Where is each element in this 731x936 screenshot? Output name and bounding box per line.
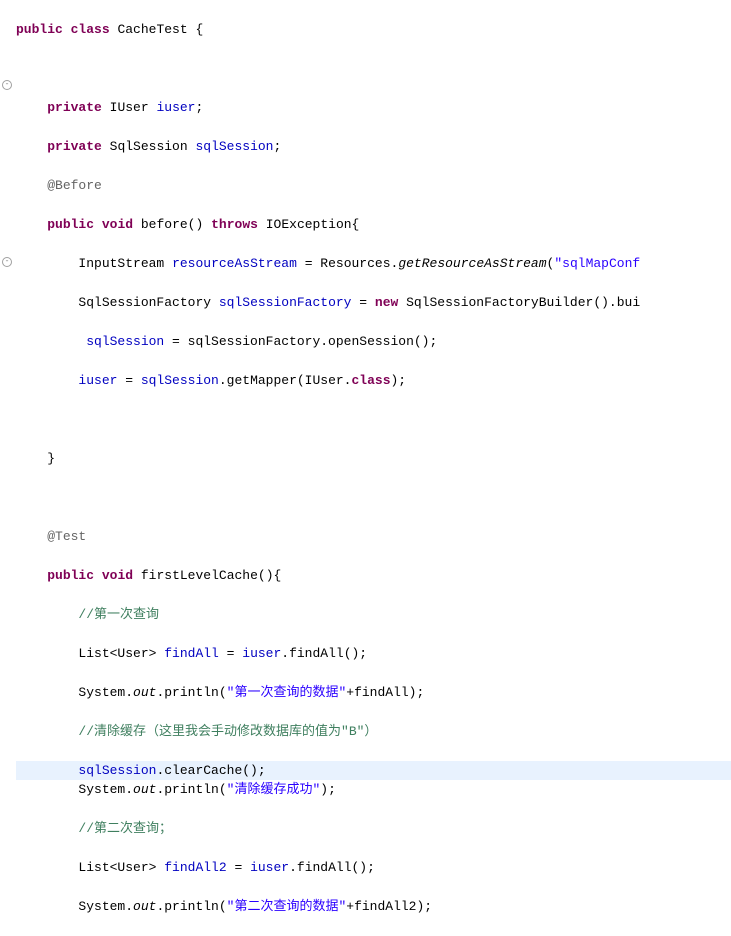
code-line: public class CacheTest { (16, 20, 731, 40)
code-line (16, 488, 731, 508)
fold-icon[interactable]: - (2, 80, 12, 90)
code-line: public void firstLevelCache(){ (16, 566, 731, 586)
code-line: List<User> findAll = iuser.findAll(); (16, 644, 731, 664)
code-line: @Before (16, 176, 731, 196)
code-line: InputStream resourceAsStream = Resources… (16, 254, 731, 274)
code-line: public void before() throws IOException{ (16, 215, 731, 235)
code-line (16, 410, 731, 430)
code-line: System.out.println("第一次查询的数据"+findAll); (16, 683, 731, 703)
code-line: //第一次查询 (16, 605, 731, 625)
code-line: } (16, 449, 731, 469)
code-line: System.out.println("第二次查询的数据"+findAll2); (16, 897, 731, 917)
code-line: sqlSession = sqlSessionFactory.openSessi… (16, 332, 731, 352)
editor-gutter: - - (0, 0, 14, 500)
code-line: iuser = sqlSession.getMapper(IUser.class… (16, 371, 731, 391)
code-line: //清除缓存（这里我会手动修改数据库的值为"B"） (16, 722, 731, 742)
code-line: SqlSessionFactory sqlSessionFactory = ne… (16, 293, 731, 313)
code-line: @Test (16, 527, 731, 547)
code-editor: public class CacheTest { private IUser i… (14, 0, 731, 936)
code-line (16, 59, 731, 79)
code-line: private SqlSession sqlSession; (16, 137, 731, 157)
fold-icon[interactable]: - (2, 257, 12, 267)
code-line-highlighted: sqlSession.clearCache(); (16, 761, 731, 781)
code-line: System.out.println("清除缓存成功"); (16, 780, 731, 800)
code-line: List<User> findAll2 = iuser.findAll(); (16, 858, 731, 878)
code-line: //第二次查询； (16, 819, 731, 839)
code-line: private IUser iuser; (16, 98, 731, 118)
